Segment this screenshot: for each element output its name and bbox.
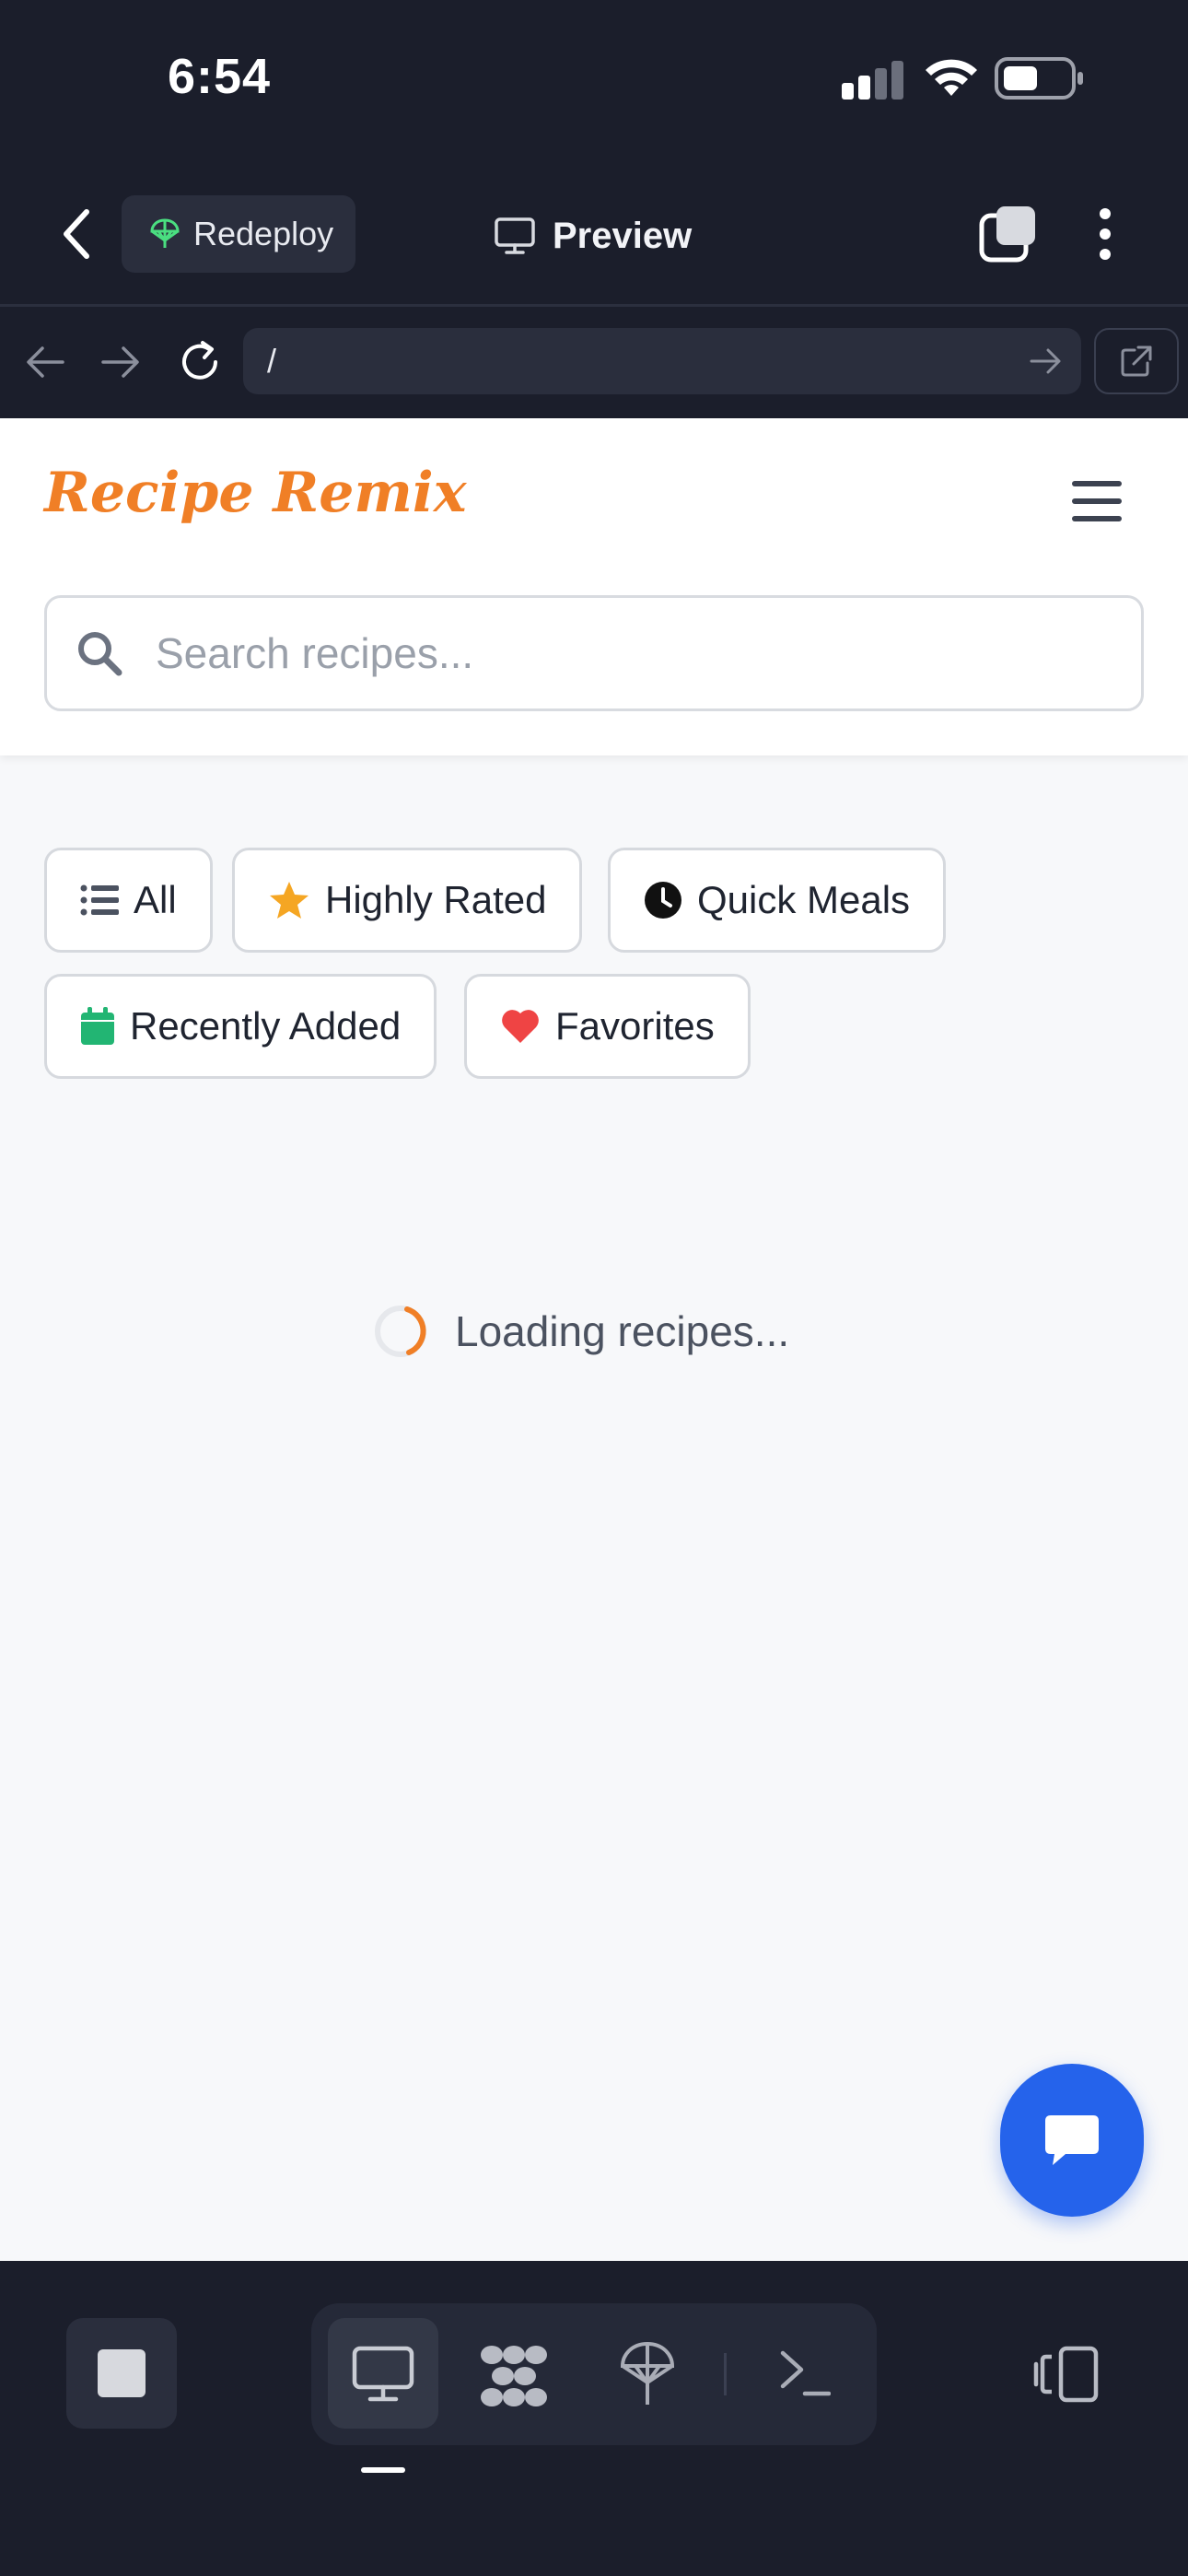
preview-title: Preview xyxy=(494,206,692,265)
back-icon[interactable] xyxy=(53,206,101,262)
filter-all-label: All xyxy=(134,878,177,921)
filter-highly-rated[interactable]: Highly Rated xyxy=(232,848,583,953)
calendar-icon xyxy=(81,1007,114,1045)
site-logo[interactable]: Recipe Remix xyxy=(44,461,466,525)
redeploy-label: Redeploy xyxy=(193,215,334,252)
filter-quick-meals[interactable]: Quick Meals xyxy=(608,848,947,953)
search-box[interactable] xyxy=(44,595,1144,711)
stop-button[interactable] xyxy=(66,2318,177,2429)
filter-quick-meals-label: Quick Meals xyxy=(697,878,911,921)
chat-bubble-icon xyxy=(1045,2115,1099,2165)
go-arrow-icon[interactable] xyxy=(1030,346,1063,376)
list-icon xyxy=(80,884,119,916)
devices-icon[interactable] xyxy=(1033,2346,1100,2403)
terminal-icon[interactable] xyxy=(779,2348,831,2399)
filter-favorites[interactable]: Favorites xyxy=(464,974,751,1079)
status-time: 6:54 xyxy=(168,49,272,104)
star-icon xyxy=(270,882,309,919)
cellular-signal-icon xyxy=(842,61,903,100)
wifi-icon xyxy=(926,59,977,96)
preview-label: Preview xyxy=(553,215,693,256)
heart-icon xyxy=(502,1010,539,1043)
chrome-divider xyxy=(0,304,1188,307)
open-external-button[interactable] xyxy=(1094,328,1179,394)
filter-recently-added-label: Recently Added xyxy=(130,1004,402,1048)
redeploy-button[interactable]: Redeploy xyxy=(122,195,355,273)
stop-icon xyxy=(98,2349,146,2397)
active-tab-indicator xyxy=(361,2467,405,2473)
browser-forward-icon[interactable] xyxy=(99,341,142,383)
menu-icon[interactable] xyxy=(1072,479,1122,523)
spinner-icon xyxy=(375,1306,426,1357)
filter-highly-rated-label: Highly Rated xyxy=(325,878,547,921)
browser-back-icon[interactable] xyxy=(24,341,66,383)
desktop-icon xyxy=(352,2346,414,2402)
search-input[interactable] xyxy=(156,628,1077,678)
reload-icon[interactable] xyxy=(175,337,225,387)
deploy-icon xyxy=(150,218,180,248)
clock-icon xyxy=(645,882,681,919)
url-text: / xyxy=(267,342,277,380)
deploy-tab-icon[interactable] xyxy=(619,2340,676,2408)
monitor-icon xyxy=(495,217,535,254)
loading-indicator: Loading recipes... xyxy=(372,1303,789,1360)
filter-favorites-label: Favorites xyxy=(555,1004,715,1048)
battery-icon xyxy=(995,57,1083,100)
filter-all[interactable]: All xyxy=(44,848,213,953)
search-icon xyxy=(78,632,122,676)
external-link-icon xyxy=(1121,345,1152,377)
loading-text: Loading recipes... xyxy=(455,1307,790,1355)
integrations-icon[interactable] xyxy=(479,2344,549,2408)
chat-button[interactable] xyxy=(1000,2064,1144,2217)
more-options-icon[interactable] xyxy=(1094,206,1116,262)
filter-recently-added[interactable]: Recently Added xyxy=(44,974,437,1079)
tool-separator xyxy=(724,2353,727,2395)
url-bar[interactable]: / xyxy=(243,328,1081,394)
tabs-icon[interactable] xyxy=(978,205,1037,263)
